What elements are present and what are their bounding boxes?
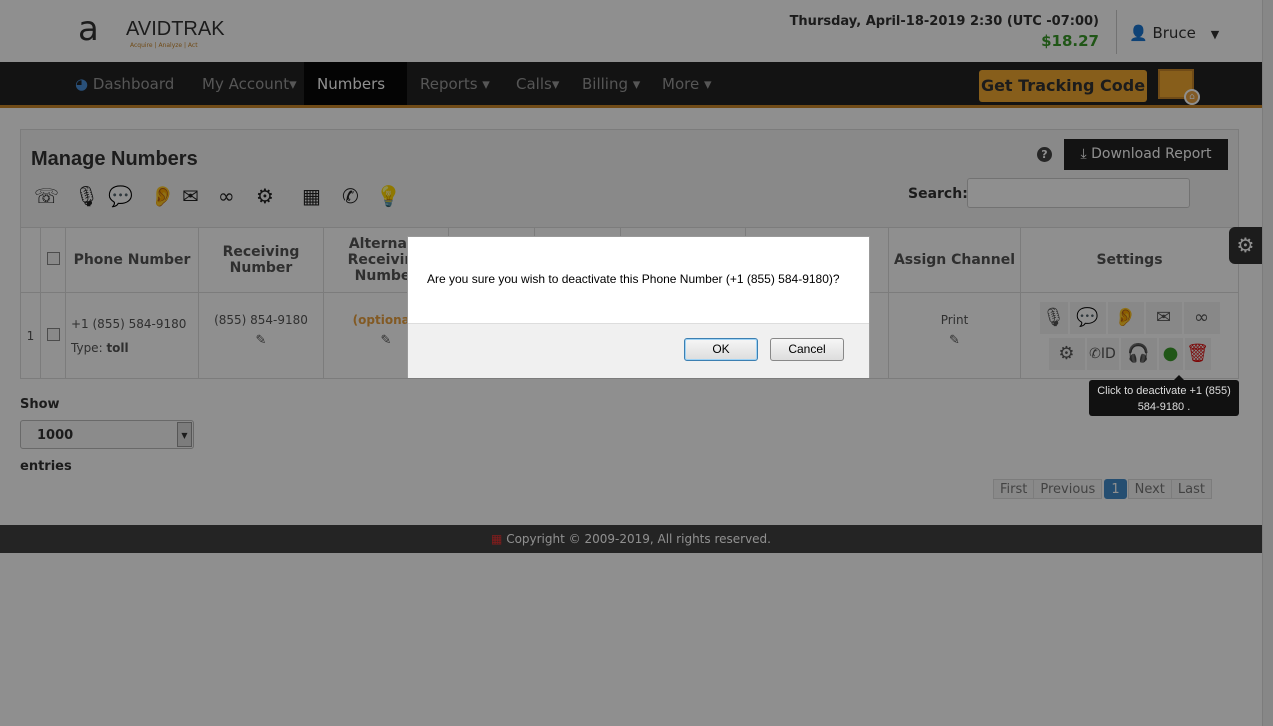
cancel-button[interactable]: Cancel — [770, 338, 844, 361]
deactivate-tooltip: Click to deactivate +1 (855) 584-9180 . — [1089, 375, 1239, 416]
ok-button[interactable]: OK — [684, 338, 758, 361]
confirm-message: Are you sure you wish to deactivate this… — [427, 272, 840, 286]
dialog-footer: OK Cancel — [408, 323, 869, 378]
confirm-dialog: Are you sure you wish to deactivate this… — [407, 236, 870, 378]
